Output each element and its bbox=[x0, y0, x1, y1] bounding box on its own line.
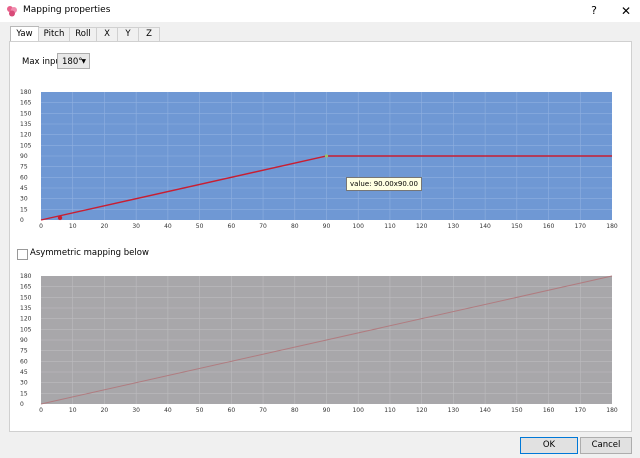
top-x-tick-label: 170 bbox=[575, 223, 587, 230]
top-x-tick-label: 110 bbox=[384, 223, 396, 230]
ok-button[interactable]: OK bbox=[520, 437, 578, 454]
top-y-tick-label: 150 bbox=[20, 110, 32, 117]
top-x-tick-label: 140 bbox=[479, 223, 491, 230]
top-x-tick-label: 130 bbox=[448, 223, 460, 230]
top-x-tick-label: 80 bbox=[291, 223, 299, 230]
top-chart-plot: 0 10 20 30 40 50 60 70 80 90 100 110 120 130 140 150 160… bbox=[20, 89, 618, 230]
top-x-tick-label: 150 bbox=[511, 223, 523, 230]
top-x-tick-label: 70 bbox=[259, 223, 267, 230]
top-y-tick-label: 15 bbox=[20, 206, 28, 213]
top-x-tick-label: 180 bbox=[606, 223, 618, 230]
top-control-point[interactable] bbox=[324, 154, 329, 158]
asymmetric-label: Asymmetric mapping below bbox=[30, 248, 149, 258]
top-control-point[interactable] bbox=[57, 215, 63, 221]
top-x-tick-label: 50 bbox=[196, 223, 204, 230]
top-x-tick-label: 10 bbox=[69, 223, 77, 230]
top-x-tick-label: 0 bbox=[39, 223, 43, 230]
top-y-tick-label: 60 bbox=[20, 174, 28, 181]
top-y-tick-label: 30 bbox=[20, 196, 28, 203]
cancel-button[interactable]: Cancel bbox=[580, 437, 632, 454]
top-y-tick-label: 75 bbox=[20, 164, 28, 171]
top-y-tick-label: 45 bbox=[20, 185, 28, 192]
value-tooltip: value: 90.00x90.00 bbox=[346, 177, 422, 191]
top-chart[interactable]: 0 10 20 30 40 50 60 70 80 90 100 110 120 130 140 150 160… bbox=[0, 0, 640, 458]
top-x-tick-label: 160 bbox=[543, 223, 555, 230]
top-x-tick-label: 100 bbox=[352, 223, 364, 230]
top-x-tick-label: 120 bbox=[416, 223, 428, 230]
top-y-tick-label: 0 bbox=[20, 217, 24, 224]
top-x-tick-label: 40 bbox=[164, 223, 172, 230]
top-y-tick-label: 135 bbox=[20, 121, 32, 128]
top-y-tick-label: 165 bbox=[20, 100, 32, 107]
top-x-tick-label: 60 bbox=[228, 223, 236, 230]
top-y-tick-label: 120 bbox=[20, 132, 32, 139]
top-y-tick-label: 180 bbox=[20, 89, 32, 96]
top-y-tick-label: 90 bbox=[20, 153, 28, 160]
top-x-tick-label: 30 bbox=[132, 223, 140, 230]
asymmetric-checkbox[interactable] bbox=[17, 249, 28, 260]
top-x-tick-label: 90 bbox=[323, 223, 331, 230]
top-y-tick-label: 105 bbox=[20, 142, 32, 149]
top-x-tick-label: 20 bbox=[101, 223, 109, 230]
